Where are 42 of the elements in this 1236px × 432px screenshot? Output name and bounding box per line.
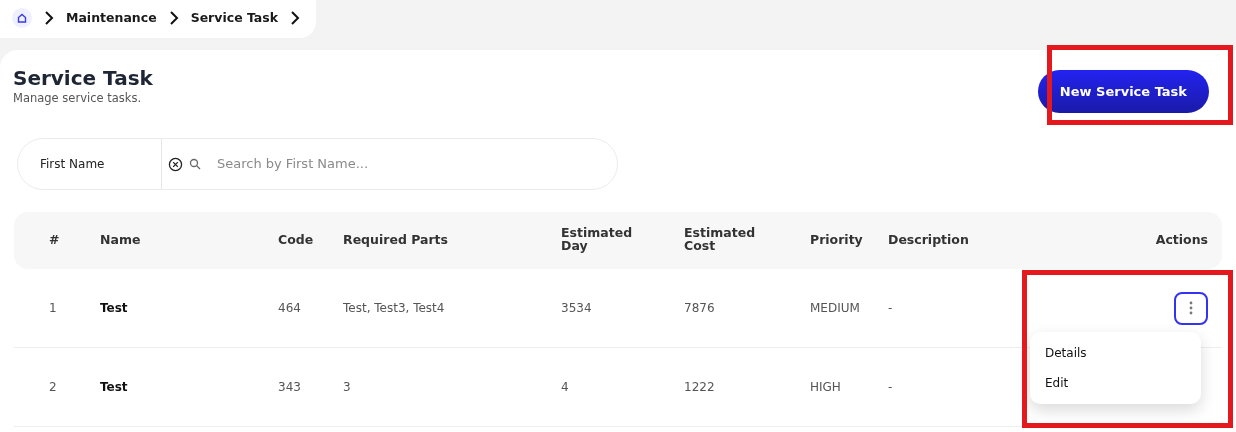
column-header: # xyxy=(49,232,60,248)
table-cell: 464 xyxy=(278,301,301,315)
chevron-icon xyxy=(168,11,179,25)
table-cell: 3534 xyxy=(561,301,592,315)
column-header: Code xyxy=(278,232,314,248)
table-cell: 1 xyxy=(49,301,57,315)
home-icon[interactable] xyxy=(12,8,32,28)
table-cell: 7876 xyxy=(684,301,715,315)
table-cell: Test xyxy=(100,301,128,315)
column-header: Estimated Day xyxy=(561,225,634,252)
table-cell: - xyxy=(888,380,893,394)
table-cell: 343 xyxy=(278,380,301,394)
table-cell: Test xyxy=(100,380,128,394)
filter-label: First Name xyxy=(18,139,162,189)
table-cell: MEDIUM xyxy=(810,301,860,315)
new-task-button[interactable]: New Service Task xyxy=(1037,70,1209,113)
menu-item[interactable]: Edit xyxy=(1030,368,1201,398)
kebab-icon xyxy=(1189,301,1193,315)
clear-icon[interactable] xyxy=(168,156,183,172)
page-subtitle: Manage service tasks. xyxy=(13,90,143,107)
column-header: Required Parts xyxy=(343,232,449,248)
more-options-button[interactable] xyxy=(1174,291,1208,325)
table-cell: HIGH xyxy=(810,380,841,394)
table-cell: 4 xyxy=(561,380,569,394)
menu-item[interactable]: Details xyxy=(1030,338,1201,368)
chevron-icon xyxy=(44,11,54,25)
search-icon xyxy=(189,158,201,170)
column-header: Estimated Cost xyxy=(684,225,757,252)
column-header: Priority xyxy=(810,232,863,248)
table-cell: - xyxy=(888,301,893,315)
column-header: Description xyxy=(888,232,969,248)
breadcrumb-link[interactable]: Service Task xyxy=(190,8,279,28)
table-cell: Test, Test3, Test4 xyxy=(343,301,445,315)
table-cell: 3 xyxy=(343,380,351,394)
column-header: Name xyxy=(100,232,141,248)
chevron-icon xyxy=(290,11,301,25)
search-field[interactable]: Search by First Name... xyxy=(215,153,617,175)
breadcrumb-link[interactable]: Maintenance xyxy=(66,8,157,28)
table-cell: 2 xyxy=(49,380,57,394)
table-cell: 1222 xyxy=(684,380,715,394)
column-header: Actions xyxy=(1155,232,1208,248)
page-title: Service Task xyxy=(13,66,153,90)
